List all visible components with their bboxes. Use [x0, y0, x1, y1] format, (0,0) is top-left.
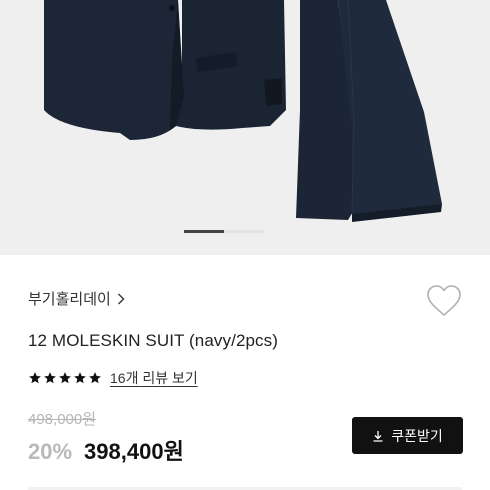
discount-rate: 20% [28, 439, 73, 464]
star-icon [59, 372, 71, 384]
product-info: 부기홀리데이 12 MOLESKIN SUIT (navy/2pcs) 16개 … [0, 255, 490, 490]
star-icon [74, 372, 86, 384]
rating-row: 16개 리뷰 보기 [28, 368, 198, 388]
original-price: 498,000원 [28, 411, 97, 428]
download-icon [373, 430, 383, 442]
coupon-button[interactable]: 쿠폰받기 [352, 417, 463, 454]
brand-name: 부기홀리데이 [28, 291, 111, 308]
product-title: 12 MOLESKIN SUIT (navy/2pcs) [28, 331, 279, 350]
star-icon [44, 372, 56, 384]
star-icon [89, 372, 101, 384]
carousel-indicator-active[interactable] [184, 230, 224, 233]
carousel-indicator-track[interactable] [224, 230, 264, 233]
review-link[interactable]: 16개 리뷰 보기 [110, 368, 198, 388]
product-image[interactable] [0, 0, 490, 255]
heart-icon[interactable] [426, 284, 462, 318]
coupon-button-label: 쿠폰받기 [391, 427, 443, 444]
star-rating [28, 371, 102, 385]
sale-price-row: 20% 398,400원 [28, 434, 184, 466]
chevron-right-icon [117, 293, 125, 304]
star-icon [29, 372, 41, 384]
brand-link[interactable]: 부기홀리데이 [28, 288, 125, 309]
suit-photo [0, 0, 490, 255]
sale-price: 398,400원 [84, 439, 184, 464]
